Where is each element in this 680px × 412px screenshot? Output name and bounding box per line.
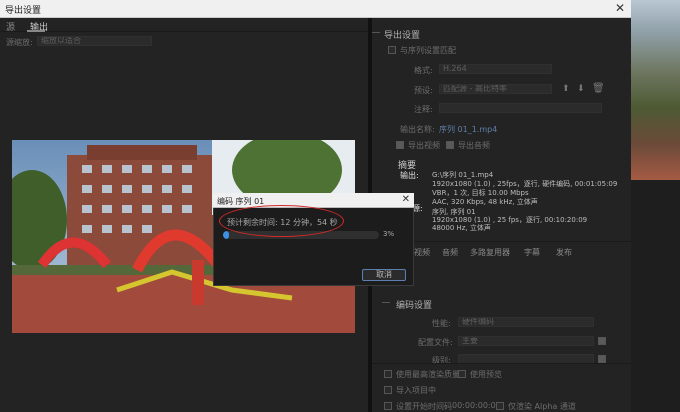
profile-label: 配置文件: (418, 338, 453, 347)
output-name-label: 输出名称: (400, 125, 435, 134)
tab-source[interactable]: 源 (6, 20, 15, 33)
start-timecode-value[interactable]: 00:00:00:00 (452, 401, 501, 410)
close-icon[interactable]: ✕ (615, 1, 625, 15)
subtab-audio[interactable]: 音频 (442, 247, 458, 258)
delete-preset-icon[interactable]: 🗑 (592, 83, 605, 94)
use-preview-checkbox[interactable] (458, 370, 466, 378)
export-settings-header: 导出设置 (384, 31, 421, 41)
subtab-multiplexer[interactable]: 多路复用器 (470, 247, 510, 258)
source-scaling-dropdown[interactable]: 缩放以适合 (37, 36, 152, 46)
render-alpha-checkbox[interactable] (496, 402, 504, 410)
format-dropdown[interactable]: H.264 (439, 64, 552, 74)
import-project-label: 导入项目中 (396, 386, 436, 395)
export-video-checkbox[interactable] (396, 141, 404, 149)
output-name-link[interactable]: 序列 01_1.mp4 (439, 124, 497, 135)
summary-output-label: 输出: (400, 171, 419, 180)
match-sequence-label: 与序列设置匹配 (400, 46, 456, 55)
export-audio-checkbox[interactable] (446, 141, 454, 149)
cancel-button[interactable]: 取消 (362, 269, 406, 281)
format-label: 格式: (414, 66, 433, 75)
window-titlebar: 导出设置 ✕ (0, 0, 631, 18)
level-checkbox[interactable] (598, 355, 606, 363)
render-alpha-label: 仅渲染 Alpha 通道 (508, 402, 576, 411)
profile-checkbox[interactable] (598, 337, 606, 345)
source-output-tabs: 源 输出 (0, 18, 368, 33)
window-title: 导出设置 (5, 6, 42, 16)
max-quality-checkbox[interactable] (384, 370, 392, 378)
export-audio-label: 导出音频 (458, 141, 490, 150)
max-quality-label: 使用最高渲染质量 (396, 370, 460, 379)
import-preset-icon[interactable]: ⬇ (577, 84, 585, 94)
level-label: 级别: (432, 356, 451, 365)
comment-label: 注释: (414, 105, 433, 114)
source-scaling-bar: 源缩放: 缩放以适合 (0, 33, 368, 51)
subtab-captions[interactable]: 字幕 (524, 247, 540, 258)
summary-output-line: AAC, 320 Kbps, 48 kHz, 立体声 (432, 198, 538, 206)
source-scaling-label: 源缩放: (6, 38, 33, 47)
preset-label: 预设: (414, 86, 433, 95)
close-icon[interactable]: ✕ (402, 194, 410, 205)
comment-field[interactable] (439, 103, 602, 113)
import-project-checkbox[interactable] (384, 386, 392, 394)
subtab-video[interactable]: 视频 (414, 247, 430, 258)
performance-label: 性能: (432, 319, 451, 328)
profile-dropdown[interactable]: 主要 (458, 336, 594, 346)
annotation-ellipse (219, 205, 344, 237)
progress-fill (223, 231, 229, 239)
summary-source-line: 48000 Hz, 立体声 (432, 224, 491, 232)
encoding-settings-header: 编码设置 (396, 301, 433, 311)
subtab-publish[interactable]: 发布 (556, 247, 572, 258)
start-timecode-checkbox[interactable] (384, 402, 392, 410)
performance-dropdown[interactable]: 硬件编码 (458, 317, 594, 327)
background-photo (631, 0, 680, 180)
progress-percent: 3% (383, 230, 395, 238)
preset-dropdown[interactable]: 匹配源 - 高比特率 (439, 84, 552, 94)
match-sequence-checkbox[interactable] (388, 46, 396, 54)
export-video-label: 导出视频 (408, 141, 440, 150)
encoding-dialog-titlebar: 编码 序列 01 ✕ (213, 193, 414, 208)
use-preview-label: 使用预览 (470, 370, 502, 379)
start-timecode-label: 设置开始时间码 (396, 402, 452, 411)
background-panel (631, 180, 680, 412)
save-preset-icon[interactable]: ⬆ (562, 84, 570, 94)
